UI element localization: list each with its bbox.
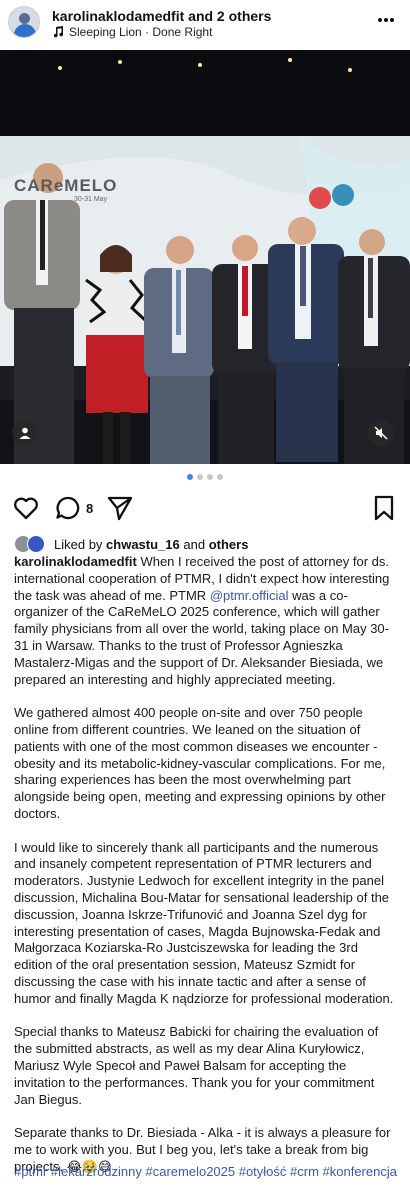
likes-and: and (183, 536, 206, 552)
comment-icon[interactable] (54, 494, 82, 522)
caption-paragraph: I would like to sincerely thank all part… (14, 839, 394, 1006)
coauthors-link[interactable]: and 2 others (188, 8, 271, 24)
audio-track[interactable]: Sleeping Lion · Done Right (52, 25, 212, 39)
profile-avatar[interactable] (8, 6, 40, 38)
share-icon[interactable] (106, 494, 134, 522)
liker-avatar (27, 535, 45, 553)
user-tag-icon (19, 427, 31, 439)
carousel-dot (207, 474, 213, 480)
post-media[interactable]: CAReMELO 30-31 May (0, 50, 410, 464)
carousel-dot (217, 474, 223, 480)
mute-icon (374, 426, 388, 440)
caption-paragraph: Special thanks to Mateusz Babicki for ch… (14, 1024, 379, 1107)
likes-prefix: Liked by (54, 536, 103, 552)
liker-avatars (14, 534, 48, 554)
caption-username[interactable]: karolinaklodamedfit (14, 554, 137, 569)
post-caption: karolinaklodamedfit When I received the … (14, 554, 398, 1192)
more-icon[interactable] (376, 10, 396, 30)
banner-text: CAReMELO (14, 176, 118, 195)
banner-subtext: 30-31 May (74, 196, 108, 203)
carousel-indicator (0, 474, 410, 484)
caption-paragraph: We gathered almost 400 people on-site an… (14, 705, 386, 821)
post-actions: 8 (0, 494, 410, 526)
caption-paragraph: karolinaklodamedfit When I received the … (14, 554, 398, 688)
likes-summary[interactable]: Liked by chwastu_16 and others (14, 534, 248, 554)
tagged-users-button[interactable] (12, 420, 38, 446)
post-authors[interactable]: karolinaklodamedfit and 2 others (52, 8, 271, 24)
mention-link[interactable]: @ptmr.official (210, 588, 289, 603)
post-header: karolinaklodamedfit and 2 others Sleepin… (0, 0, 410, 48)
conference-photo (0, 50, 410, 464)
likes-others[interactable]: others (209, 537, 249, 552)
carousel-dot (187, 474, 193, 480)
comment-count[interactable]: 8 (86, 501, 93, 516)
music-note-icon (53, 26, 64, 38)
heart-icon[interactable] (12, 494, 40, 522)
author-username[interactable]: karolinaklodamedfit (52, 8, 184, 24)
audio-track-label: Sleeping Lion · Done Right (69, 25, 213, 39)
mute-button[interactable] (368, 420, 394, 446)
liker-username[interactable]: chwastu_16 (106, 537, 180, 552)
carousel-dot (197, 474, 203, 480)
hashtags[interactable]: #ptmr #lekarzrodzinny #caremelo2025 #oty… (14, 1164, 398, 1180)
bookmark-icon[interactable] (370, 494, 398, 522)
